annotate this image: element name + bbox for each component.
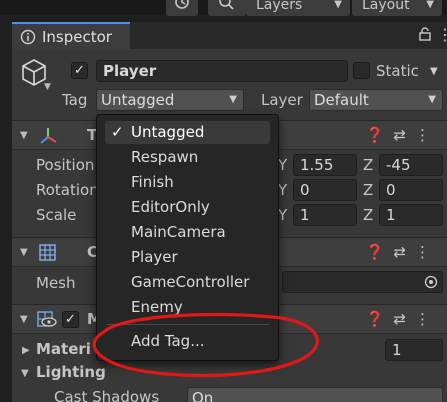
annotation-circle [92,312,319,378]
